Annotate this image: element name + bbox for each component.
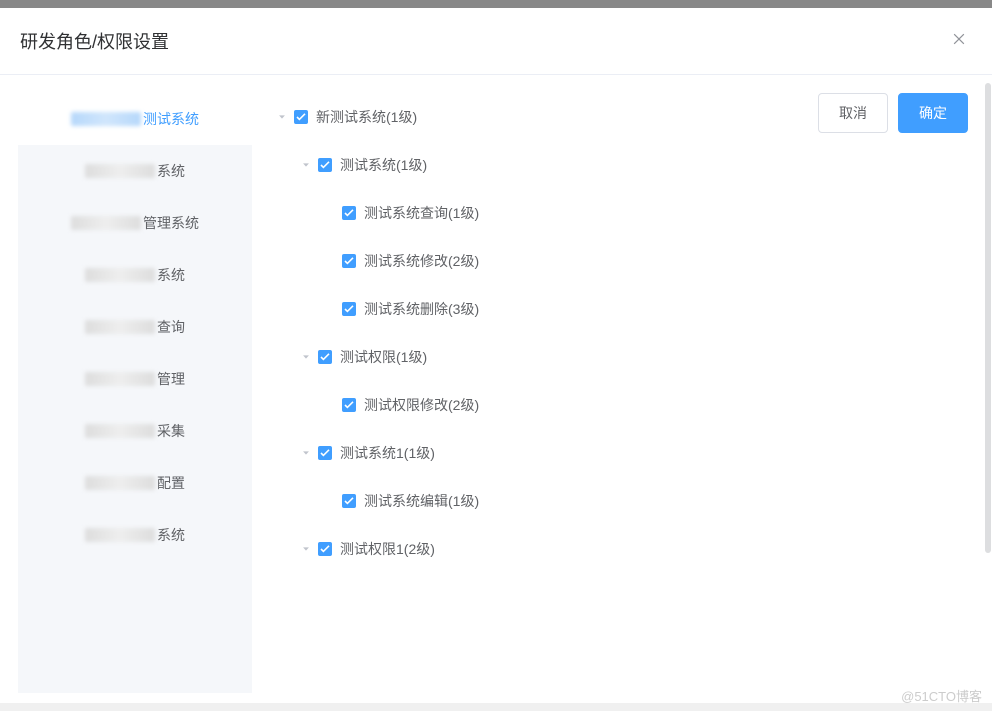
tree-node: 测试权限1(2级): [270, 525, 972, 573]
tree-node: 测试系统删除(3级): [270, 285, 972, 333]
sidebar-item[interactable]: 管理: [18, 353, 252, 405]
sidebar-item[interactable]: 查询: [18, 301, 252, 353]
dialog-body: 测试系统系统管理系统系统查询管理采集配置系统 新测试系统(1级)测试系统(1级)…: [0, 75, 992, 703]
sidebar-item-label: 管理系统: [143, 213, 199, 233]
caret-icon[interactable]: [294, 160, 318, 170]
tree-node-label[interactable]: 新测试系统(1级): [316, 107, 417, 127]
tree-node: 测试系统查询(1级): [270, 189, 972, 237]
tree-node: 测试系统(1级): [270, 141, 972, 189]
tree-node: 测试权限修改(2级): [270, 381, 972, 429]
caret-icon[interactable]: [294, 448, 318, 458]
sidebar-item[interactable]: 管理系统: [18, 197, 252, 249]
checkbox[interactable]: [318, 542, 332, 556]
redacted-text: [85, 424, 155, 438]
redacted-text: [85, 528, 155, 542]
redacted-text: [85, 268, 155, 282]
tree-node: 测试系统编辑(1级): [270, 477, 972, 525]
action-buttons: 取消 确定: [818, 93, 968, 133]
redacted-text: [85, 372, 155, 386]
checkbox[interactable]: [318, 158, 332, 172]
sidebar-item-label: 系统: [157, 161, 185, 181]
confirm-button[interactable]: 确定: [898, 93, 968, 133]
close-icon[interactable]: [946, 30, 972, 52]
sidebar-item-label: 查询: [157, 317, 185, 337]
sidebar-item[interactable]: 配置: [18, 457, 252, 509]
sidebar-item-label: 系统: [157, 265, 185, 285]
tree-node-label[interactable]: 测试系统查询(1级): [364, 203, 479, 223]
scrollbar-thumb[interactable]: [985, 83, 991, 553]
sidebar-item-label: 管理: [157, 369, 185, 389]
dialog-title: 研发角色/权限设置: [20, 28, 169, 54]
checkbox[interactable]: [342, 494, 356, 508]
tree-node-label[interactable]: 测试系统修改(2级): [364, 251, 479, 271]
checkbox[interactable]: [342, 302, 356, 316]
caret-icon[interactable]: [294, 352, 318, 362]
sidebar-item[interactable]: 采集: [18, 405, 252, 457]
redacted-text: [85, 476, 155, 490]
tree-node-label[interactable]: 测试权限(1级): [340, 347, 427, 367]
cancel-button[interactable]: 取消: [818, 93, 888, 133]
redacted-text: [71, 112, 141, 126]
checkbox[interactable]: [342, 254, 356, 268]
sidebar: 测试系统系统管理系统系统查询管理采集配置系统: [18, 93, 252, 693]
sidebar-item-label: 系统: [157, 525, 185, 545]
redacted-text: [71, 216, 141, 230]
tree-root: 新测试系统(1级) 测试系统(1级) 测试系统查询(1级) 测试系统修改(2级) 测试系…: [270, 93, 972, 573]
caret-icon[interactable]: [294, 544, 318, 554]
tree-node-label[interactable]: 测试权限1(2级): [340, 539, 435, 559]
tree-area: 新测试系统(1级) 测试系统(1级) 测试系统查询(1级) 测试系统修改(2级) 测试系…: [252, 93, 982, 693]
sidebar-item[interactable]: 系统: [18, 145, 252, 197]
tree-node-label[interactable]: 测试系统1(1级): [340, 443, 435, 463]
redacted-text: [85, 320, 155, 334]
checkbox[interactable]: [318, 350, 332, 364]
sidebar-item[interactable]: 系统: [18, 509, 252, 561]
checkbox[interactable]: [342, 206, 356, 220]
sidebar-item-label: 采集: [157, 421, 185, 441]
checkbox[interactable]: [342, 398, 356, 412]
dialog-header: 研发角色/权限设置: [0, 8, 992, 75]
dialog: 研发角色/权限设置 测试系统系统管理系统系统查询管理采集配置系统 新测试系统(1…: [0, 0, 992, 703]
tree-node: 测试权限(1级): [270, 333, 972, 381]
tree-node-label[interactable]: 测试系统删除(3级): [364, 299, 479, 319]
caret-icon[interactable]: [270, 112, 294, 122]
tree-node-label[interactable]: 测试系统(1级): [340, 155, 427, 175]
sidebar-item[interactable]: 测试系统: [18, 93, 252, 145]
scrollbar-track[interactable]: [985, 83, 991, 695]
tree-node-label[interactable]: 测试系统编辑(1级): [364, 491, 479, 511]
redacted-text: [85, 164, 155, 178]
checkbox[interactable]: [318, 446, 332, 460]
sidebar-item-label: 配置: [157, 473, 185, 493]
sidebar-item-label: 测试系统: [143, 109, 199, 129]
tree-node: 测试系统1(1级): [270, 429, 972, 477]
checkbox[interactable]: [294, 110, 308, 124]
tree-node-label[interactable]: 测试权限修改(2级): [364, 395, 479, 415]
sidebar-item[interactable]: 系统: [18, 249, 252, 301]
tree-node: 测试系统修改(2级): [270, 237, 972, 285]
